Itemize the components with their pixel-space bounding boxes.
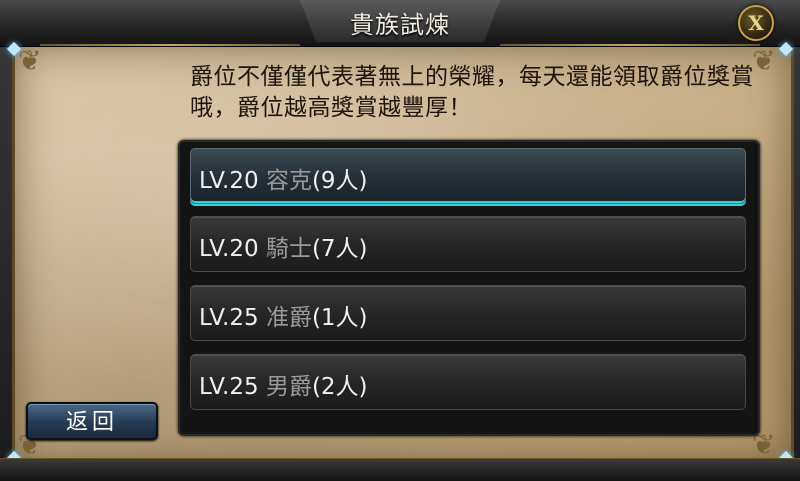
- title-divider-left: [40, 44, 300, 46]
- close-icon: X: [748, 11, 764, 35]
- title-bar: 貴族試煉: [0, 0, 800, 47]
- rank-title: 准爵: [265, 305, 312, 331]
- dialog-title: 貴族試煉: [350, 11, 450, 39]
- rank-level: LV.25: [199, 374, 259, 400]
- close-button[interactable]: X: [738, 5, 774, 41]
- description-text: 爵位不僅僅代表著無上的榮耀，每天還能領取爵位獎賞哦，爵位越高獎賞越豐厚！: [190, 64, 754, 121]
- rank-count: (9人): [311, 168, 368, 194]
- rank-count: (1人): [311, 305, 368, 331]
- rank-item-knight[interactable]: LV.20 騎士(7人): [190, 216, 746, 272]
- rank-level: LV.25: [199, 305, 259, 331]
- back-button[interactable]: 返回: [26, 402, 158, 440]
- rank-title: 騎士: [265, 236, 312, 262]
- rank-label: LV.25 男爵(2人): [199, 367, 368, 401]
- bottom-bar: [0, 458, 800, 481]
- rank-item-baronet[interactable]: LV.25 准爵(1人): [190, 285, 746, 341]
- title-divider-right: [500, 44, 760, 46]
- rank-level: LV.20: [199, 236, 259, 262]
- rank-count: (7人): [311, 236, 368, 262]
- rank-count: (2人): [311, 374, 368, 400]
- rank-title: 男爵: [265, 374, 312, 400]
- rank-title: 容克: [265, 168, 312, 194]
- rank-label: LV.20 容克(9人): [199, 161, 368, 195]
- rank-item-junker[interactable]: LV.20 容克(9人): [190, 148, 746, 204]
- ornament-left: ❦: [18, 44, 42, 77]
- rank-label: LV.25 准爵(1人): [199, 298, 368, 332]
- rank-level: LV.20: [199, 168, 259, 194]
- rank-label: LV.20 騎士(7人): [199, 229, 368, 263]
- rank-item-baron[interactable]: LV.25 男爵(2人): [190, 354, 746, 410]
- rank-list: LV.20 容克(9人) LV.20 騎士(7人) LV.25 准爵(1人) L…: [178, 140, 760, 436]
